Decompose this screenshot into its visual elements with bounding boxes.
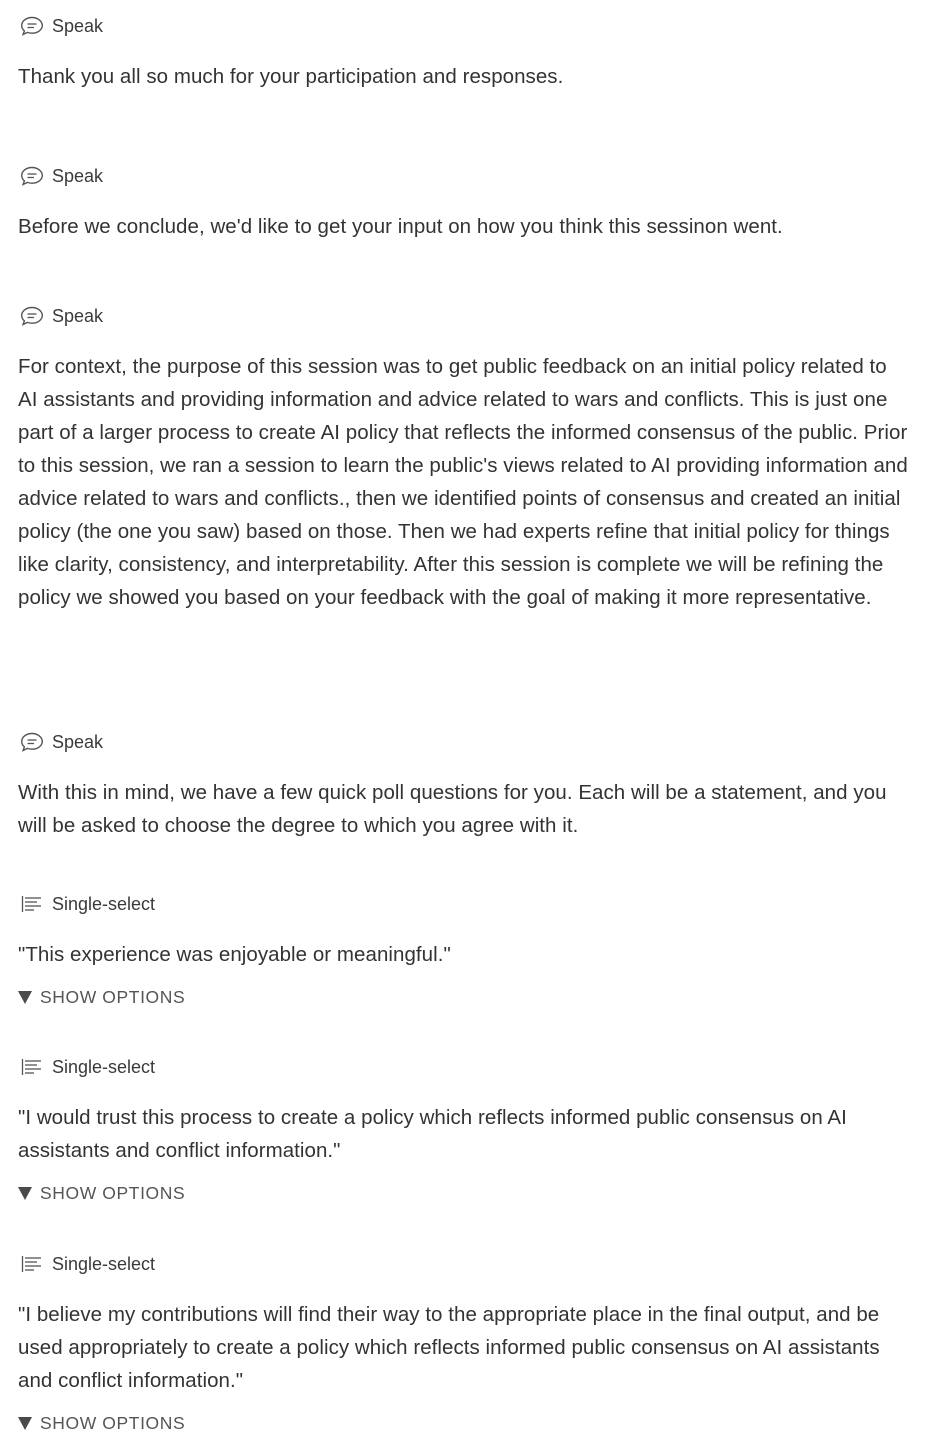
show-options-toggle[interactable]: SHOW OPTIONS xyxy=(18,986,185,1008)
block-type-tag: Single-select xyxy=(20,893,155,915)
block-type-label: Single-select xyxy=(52,1253,156,1274)
block-type-label: Speak xyxy=(52,305,104,326)
triangle-down-icon xyxy=(18,1187,32,1200)
chat-bubble-icon xyxy=(20,166,44,186)
chat-bubble-icon xyxy=(20,306,44,326)
block-text: With this in mind, we have a few quick p… xyxy=(18,781,893,837)
block-text: "This experience was enjoyable or meanin… xyxy=(18,943,451,966)
block-type-label: Speak xyxy=(52,731,104,752)
block-text: "I believe my contributions will find th… xyxy=(18,1303,886,1392)
triangle-down-icon xyxy=(18,991,32,1004)
block-type-label: Speak xyxy=(52,165,104,186)
show-options-toggle[interactable]: SHOW OPTIONS xyxy=(18,1182,185,1204)
block-text: For context, the purpose of this session… xyxy=(18,355,914,609)
show-options-label: SHOW OPTIONS xyxy=(40,1182,186,1203)
show-options-toggle[interactable]: SHOW OPTIONS xyxy=(18,1412,185,1434)
block-type-tag: Speak xyxy=(20,731,103,753)
block-type-tag: Single-select xyxy=(20,1056,155,1078)
show-options-label: SHOW OPTIONS xyxy=(40,1412,186,1433)
block-type-tag: Speak xyxy=(20,305,103,327)
list-lines-icon xyxy=(20,894,44,914)
block-text: "I would trust this process to create a … xyxy=(18,1106,853,1162)
block-type-tag: Single-select xyxy=(20,1253,155,1275)
block-type-tag: Speak xyxy=(20,165,103,187)
show-options-label: SHOW OPTIONS xyxy=(40,986,186,1007)
list-lines-icon xyxy=(20,1254,44,1274)
block-type-label: Single-select xyxy=(52,1056,156,1077)
list-lines-icon xyxy=(20,1057,44,1077)
block-type-label: Single-select xyxy=(52,893,156,914)
block-type-tag: Speak xyxy=(20,15,103,37)
block-type-label: Speak xyxy=(52,15,104,36)
chat-bubble-icon xyxy=(20,16,44,36)
block-text: Thank you all so much for your participa… xyxy=(18,65,564,88)
chat-bubble-icon xyxy=(20,732,44,752)
triangle-down-icon xyxy=(18,1417,32,1430)
block-text: Before we conclude, we'd like to get you… xyxy=(18,215,783,238)
